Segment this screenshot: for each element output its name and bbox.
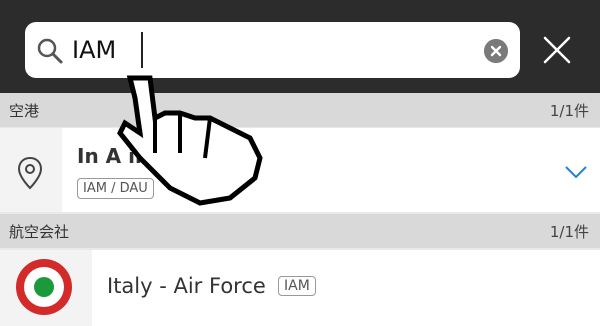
close-icon[interactable]: [541, 34, 573, 66]
icon-column: [0, 128, 62, 212]
search-icon: [37, 38, 63, 64]
section-count: 1/1件: [549, 223, 589, 241]
section-title: 航空会社: [9, 223, 70, 241]
airport-result-row[interactable]: In A ine Airport IAM / DAU: [0, 128, 600, 212]
icon-column: [0, 250, 92, 326]
roundel-icon: [16, 259, 72, 315]
airline-name: Italy - Air Force: [107, 274, 266, 298]
section-header-airports: 空港 1/1件: [0, 93, 600, 127]
section-title: 空港: [9, 102, 40, 120]
airline-result-row[interactable]: Italy - Air Force IAM: [0, 250, 600, 326]
search-header: IAM: [0, 0, 600, 93]
section-count: 1/1件: [549, 102, 589, 120]
location-pin-icon: [17, 156, 43, 190]
hand-pointer-icon: [117, 75, 263, 206]
chevron-down-icon[interactable]: [564, 165, 588, 179]
airline-code-badge: IAM: [278, 276, 316, 296]
section-header-airlines: 航空会社 1/1件: [0, 214, 600, 248]
clear-icon[interactable]: [484, 39, 508, 63]
